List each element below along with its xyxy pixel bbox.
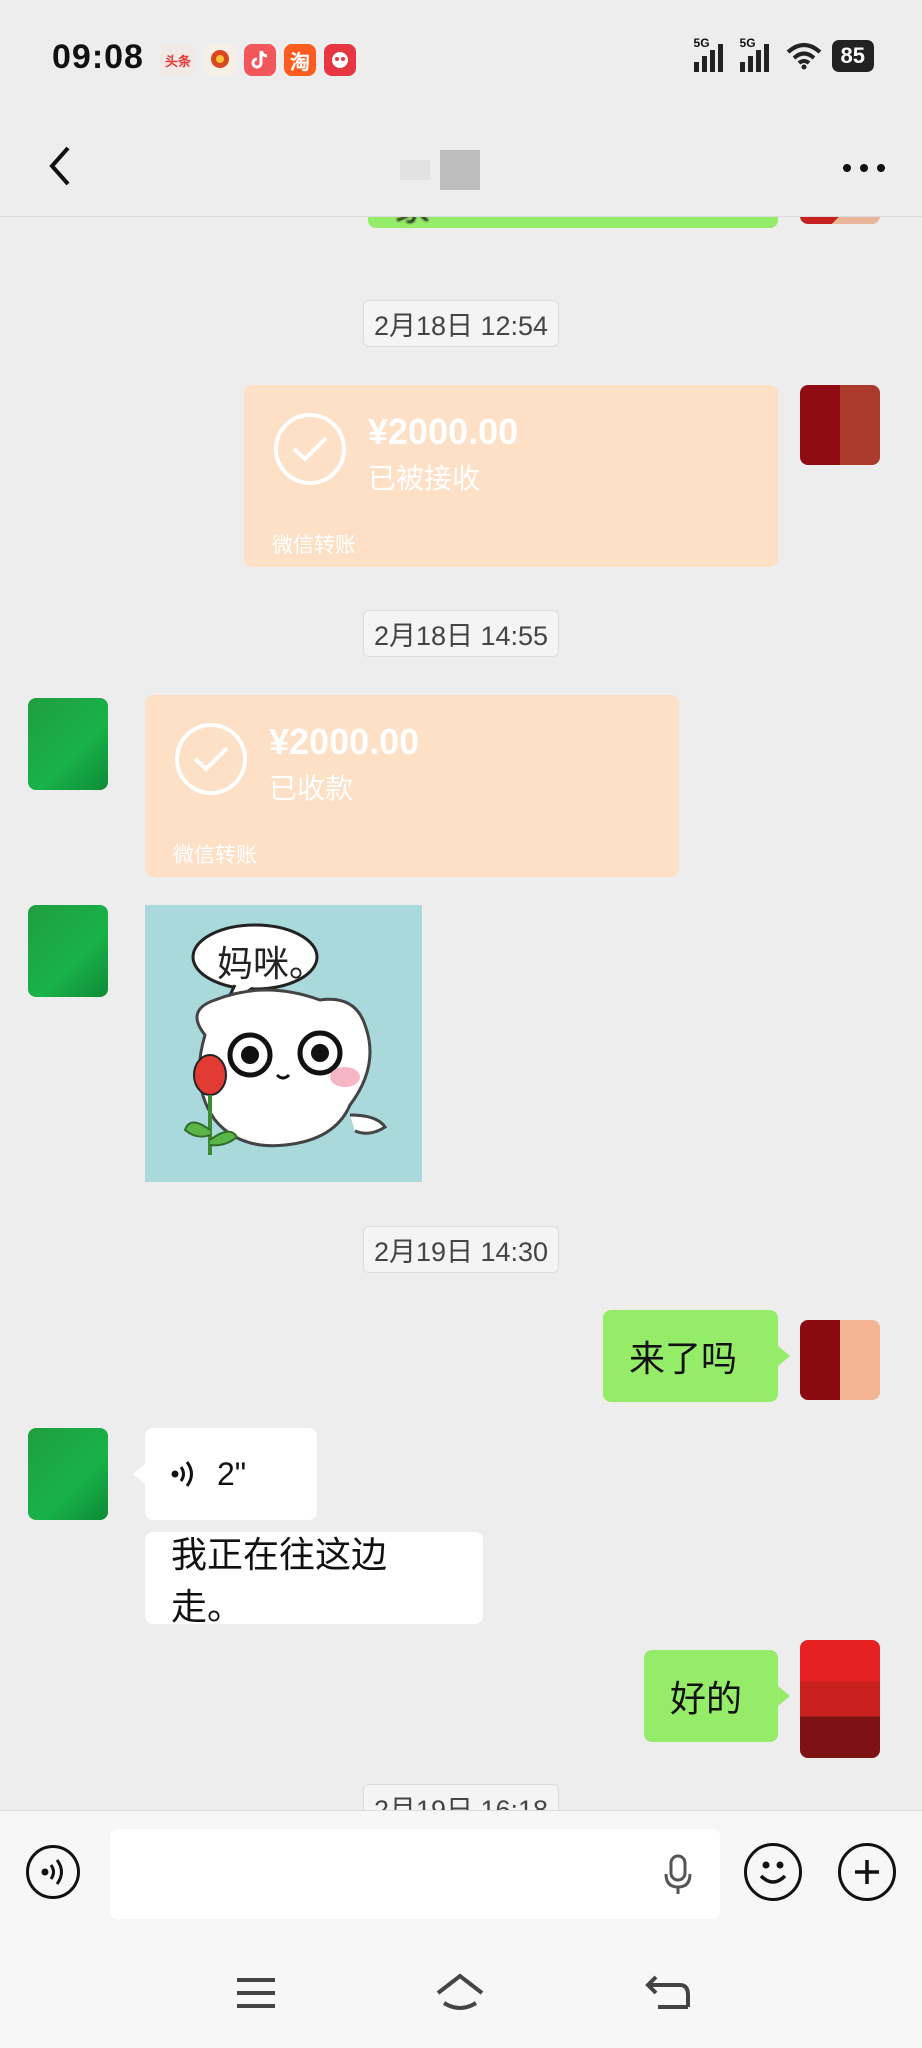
status-indicators: 5G 5G 85 [693, 36, 874, 72]
more-icon[interactable] [838, 142, 890, 194]
message-list[interactable]: 天后娘娘起来上奶奶家 2月18日 12:54 ¥2000.00 已被接收 微信转… [0, 170, 922, 1810]
sent-message-bubble[interactable]: 好的 [644, 1650, 790, 1742]
network-label: 5G [693, 36, 710, 50]
contact-avatar[interactable] [28, 905, 108, 997]
my-avatar[interactable] [800, 385, 880, 465]
message-input[interactable] [110, 1829, 670, 1919]
transfer-footer: 微信转账 [272, 534, 356, 557]
notification-app-icons: 头条 淘 [160, 44, 356, 76]
timestamp: 2月19日 16:18 [362, 1784, 560, 1810]
contact-avatar[interactable] [28, 1428, 108, 1520]
signal-icon: 5G [739, 36, 776, 72]
message-text: 好的 [670, 1678, 743, 1719]
status-bar: 09:08 头条 淘 5G 5G 85 [0, 0, 922, 120]
message-input-bar [0, 1810, 922, 1929]
signal-icon: 5G [693, 36, 730, 72]
voice-mode-icon[interactable] [26, 1845, 80, 1899]
chat-header [0, 120, 922, 217]
transfer-card[interactable]: ¥2000.00 已被接收 微信转账 [244, 385, 778, 567]
my-avatar[interactable] [800, 1640, 880, 1758]
menu-icon[interactable] [226, 1968, 286, 2018]
plus-icon[interactable] [838, 1843, 896, 1901]
transfer-amount: ¥2000.00 [269, 721, 420, 762]
contact-avatar[interactable] [28, 698, 108, 790]
sticker-caption: 妈咪。 [217, 944, 326, 985]
back-icon[interactable] [638, 1968, 698, 2018]
message-text: 我正在往这边走。 [171, 1534, 388, 1627]
chevron-left-icon[interactable] [34, 140, 86, 192]
message-text: 来了吗 [629, 1338, 738, 1379]
transfer-card[interactable]: ¥2000.00 已收款 微信转账 [145, 695, 679, 877]
voice-wave-icon [171, 1459, 197, 1489]
microphone-icon[interactable] [658, 1853, 698, 1897]
timestamp: 2月18日 14:55 [362, 610, 560, 657]
timestamp: 2月18日 12:54 [362, 300, 560, 347]
transfer-status: 已被接收 [368, 463, 481, 494]
my-avatar[interactable] [800, 1320, 880, 1400]
home-icon[interactable] [430, 1968, 490, 2018]
contact-name-redacted [400, 150, 520, 190]
voice-message-bubble[interactable]: 2" [133, 1428, 317, 1520]
transfer-footer: 微信转账 [173, 844, 257, 867]
taobao-app-icon: 淘 [284, 44, 316, 76]
transfer-status: 已收款 [269, 773, 354, 804]
voice-duration: 2" [217, 1455, 247, 1492]
transfer-amount: ¥2000.00 [368, 411, 519, 452]
status-time: 09:08 [52, 38, 144, 76]
toutiao-app-icon: 头条 [160, 44, 196, 76]
message-input-field[interactable] [110, 1829, 720, 1919]
sticker-image[interactable]: 妈咪。 [145, 905, 422, 1182]
system-navigation-bar [0, 1928, 922, 2048]
received-message-bubble[interactable]: 我正在往这边走。 [145, 1532, 483, 1627]
check-icon [175, 723, 247, 795]
douyin-app-icon [244, 44, 276, 76]
sent-message-bubble[interactable]: 来了吗 [603, 1310, 790, 1402]
wifi-icon [786, 43, 821, 70]
timestamp: 2月19日 14:30 [362, 1226, 560, 1273]
network-label: 5G [739, 36, 756, 50]
game-app-icon [324, 44, 356, 76]
check-icon [274, 413, 346, 485]
emoji-icon[interactable] [744, 1843, 802, 1901]
battery-indicator: 85 [831, 40, 874, 72]
party-app-icon [204, 44, 236, 76]
